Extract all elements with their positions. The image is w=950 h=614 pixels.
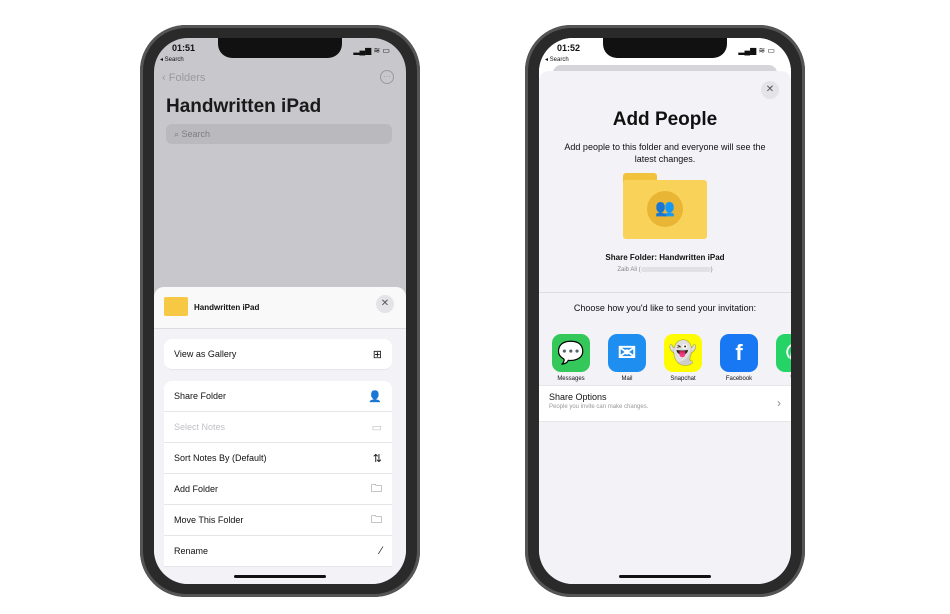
notch	[218, 38, 342, 58]
home-indicator	[619, 575, 711, 578]
snapchat-icon: 👻	[664, 334, 702, 372]
owner-info: Zaib Ali ()	[617, 267, 713, 274]
page-title: Handwritten iPad	[166, 96, 322, 117]
description: Add people to this folder and everyone w…	[564, 142, 766, 164]
share-app-facebook[interactable]: f Facebook	[719, 334, 759, 382]
close-icon[interactable]: ✕	[761, 81, 779, 99]
back-to-app[interactable]: ◂ Search	[160, 56, 184, 63]
add-people-sheet: ✕ Add People Add people to this folder a…	[539, 71, 791, 584]
menu-item-share-folder[interactable]: Share Folder 👤	[164, 381, 392, 412]
share-app-snapchat[interactable]: 👻 Snapchat	[663, 334, 703, 382]
sheet-title: Add People	[612, 109, 718, 130]
shared-folder-icon: 👥	[623, 173, 707, 239]
status-time: 01:52	[557, 43, 581, 53]
search-input[interactable]: ⌕ Search	[166, 124, 392, 144]
back-folders-button[interactable]: ‹ Folders	[162, 72, 205, 84]
share-options-label: Share Options	[549, 392, 607, 402]
share-app-messages[interactable]: 💬 Messages	[551, 334, 591, 382]
left-phone: 01:51 ◂ Search ▂▄▆ ≋ ▭ ‹ Folders ··· Han…	[140, 25, 420, 597]
right-phone: 01:52 ◂ Search ▂▄▆ ≋ ▭ ✕ Add People Add …	[525, 25, 805, 597]
more-icon[interactable]: ···	[380, 70, 394, 84]
menu-item-sort-notes[interactable]: Sort Notes By (Default) ⇅	[164, 443, 392, 474]
notch	[603, 38, 727, 58]
share-app-whatsapp[interactable]: ✆Wh	[775, 334, 791, 382]
messages-icon: 💬	[552, 334, 590, 372]
status-icons: ▂▄▆ ≋ ▭	[738, 46, 775, 55]
choose-label: Choose how you'd like to send your invit…	[573, 303, 757, 313]
menu-item-rename[interactable]: Rename ⁄	[164, 536, 392, 567]
folder-icon: 🗀	[371, 513, 382, 526]
status-icons: ▂▄▆ ≋ ▭	[353, 46, 390, 55]
facebook-icon: f	[720, 334, 758, 372]
sheet-folder-name: Handwritten iPad	[194, 303, 260, 312]
chevron-right-icon: ›	[777, 396, 781, 410]
select-icon: ▭	[371, 421, 382, 434]
menu-item-move-folder[interactable]: Move This Folder 🗀	[164, 505, 392, 536]
menu-item-view-gallery[interactable]: View as Gallery ⊞	[164, 339, 392, 370]
status-time: 01:51	[172, 43, 196, 53]
sort-icon: ⇅	[372, 452, 382, 465]
share-options-sub: People you invite can make changes.	[549, 404, 649, 410]
menu-item-select-notes: Select Notes ▭	[164, 412, 392, 443]
people-icon: 👥	[647, 191, 683, 227]
whatsapp-icon: ✆	[776, 334, 791, 372]
share-person-icon: 👤	[368, 390, 382, 403]
grid-icon: ⊞	[372, 348, 382, 361]
folder-icon	[164, 297, 188, 316]
folder-add-icon: 🗀	[371, 482, 382, 495]
back-to-app[interactable]: ◂ Search	[545, 56, 569, 63]
right-screen: 01:52 ◂ Search ▂▄▆ ≋ ▭ ✕ Add People Add …	[539, 38, 791, 584]
mail-icon: ✉	[608, 334, 646, 372]
menu-item-add-folder[interactable]: Add Folder 🗀	[164, 474, 392, 505]
share-options-row[interactable]: Share Options People you invite can make…	[539, 385, 791, 422]
left-screen: 01:51 ◂ Search ▂▄▆ ≋ ▭ ‹ Folders ··· Han…	[154, 38, 406, 584]
share-app-mail[interactable]: ✉ Mail	[607, 334, 647, 382]
close-icon[interactable]: ✕	[376, 295, 394, 313]
pencil-icon: ⁄	[380, 545, 382, 557]
home-indicator	[234, 575, 326, 578]
share-folder-title: Share Folder: Handwritten iPad	[605, 253, 725, 262]
folder-action-sheet: Handwritten iPad ✕ View as Gallery ⊞ Shar…	[154, 287, 406, 584]
